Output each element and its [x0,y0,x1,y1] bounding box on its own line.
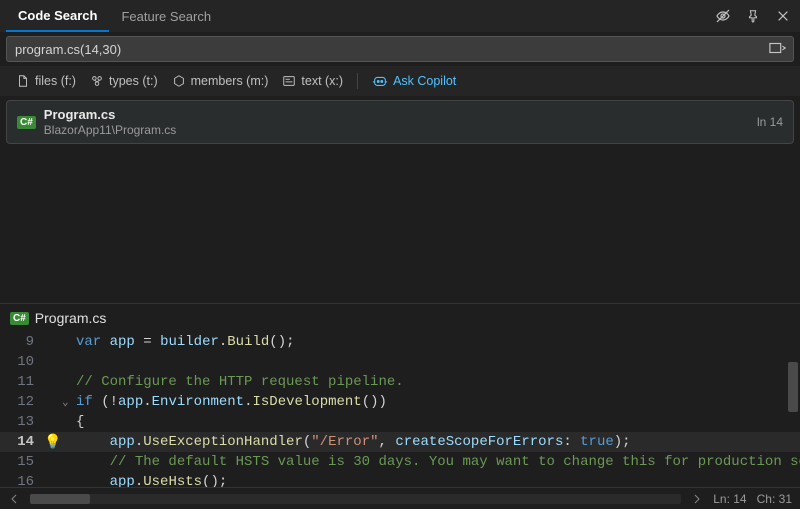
code-content[interactable]: app.UseExceptionHandler("/Error", create… [76,434,631,450]
code-editor[interactable]: 9 var app = builder.Build(); 10 11 // Config… [0,332,800,487]
code-line[interactable]: 12 ⌄if (!app.Environment.IsDevelopment()) [0,392,800,412]
search-dropdown[interactable] [763,41,793,58]
code-content[interactable]: // Configure the HTTP request pipeline. [76,374,404,390]
line-number: 10 [0,354,44,370]
empty-area [0,148,800,303]
result-title: Program.cs [44,107,749,122]
code-line[interactable]: 11 // Configure the HTTP request pipeline… [0,372,800,392]
code-content[interactable]: // The default HSTS value is 30 days. Yo… [76,454,800,470]
language-badge: C# [17,116,36,129]
chevron-left-icon[interactable] [8,493,20,505]
tab-code-search[interactable]: Code Search [6,1,109,32]
code-line[interactable]: 10 [0,352,800,372]
line-number: 9 [0,334,44,350]
status-ln[interactable]: Ln: 14 [713,492,746,506]
lightbulb-icon[interactable]: 💡 [44,434,61,451]
code-line[interactable]: 15 // The default HSTS value is 30 days.… [0,452,800,472]
code-line[interactable]: 13 { [0,412,800,432]
line-number: 12 [0,394,44,410]
scrollbar-thumb[interactable] [30,494,90,504]
result-path: BlazorApp11\Program.cs [44,123,749,137]
result-info: Program.cs BlazorApp11\Program.cs [44,107,749,137]
line-number: 15 [0,454,44,470]
code-line[interactable]: 9 var app = builder.Build(); [0,332,800,352]
titlebar: Code Search Feature Search [0,0,800,32]
vertical-scrollbar[interactable] [786,332,798,487]
code-line[interactable]: 14💡 app.UseExceptionHandler("/Error", cr… [0,432,800,452]
search-input[interactable] [7,42,763,57]
code-line[interactable]: 16 app.UseHsts(); [0,472,800,487]
language-badge: C# [10,312,29,325]
line-number: 16 [0,474,44,487]
chevron-right-icon[interactable] [691,493,703,505]
filter-types[interactable]: types (t:) [84,72,164,90]
filter-label: text (x:) [301,74,343,88]
filter-files[interactable]: files (f:) [10,72,82,90]
separator [357,73,358,89]
filter-bar: files (f:) types (t:) members (m:) text … [0,66,800,96]
filter-text[interactable]: text (x:) [276,72,349,90]
status-bar: Ln: 14 Ch: 31 [0,487,800,509]
search-result[interactable]: C# Program.cs BlazorApp11\Program.cs ln … [6,100,794,144]
editor-filename: Program.cs [35,310,107,326]
line-number: 14 [0,434,44,450]
filter-label: members (m:) [191,74,269,88]
ask-copilot-label: Ask Copilot [393,74,456,88]
editor-tab[interactable]: C# Program.cs [0,303,800,332]
tab-feature-search[interactable]: Feature Search [109,2,223,31]
line-number: 11 [0,374,44,390]
code-content[interactable]: if (!app.Environment.IsDevelopment()) [76,394,387,410]
pin-icon[interactable] [742,5,764,27]
fold-toggle[interactable]: ⌄ [62,395,76,409]
filter-label: files (f:) [35,74,76,88]
line-number: 13 [0,414,44,430]
code-content[interactable]: var app = builder.Build(); [76,334,295,350]
result-line: ln 14 [757,115,783,129]
filter-members[interactable]: members (m:) [166,72,275,90]
eye-off-icon[interactable] [712,5,734,27]
code-content[interactable]: app.UseHsts(); [76,474,227,487]
close-icon[interactable] [772,5,794,27]
horizontal-scrollbar[interactable] [30,494,681,504]
filter-label: types (t:) [109,74,158,88]
code-content[interactable]: { [76,414,84,430]
search-bar [6,36,794,62]
ask-copilot[interactable]: Ask Copilot [366,72,462,90]
status-ch[interactable]: Ch: 31 [757,492,792,506]
scrollbar-thumb[interactable] [788,362,798,412]
